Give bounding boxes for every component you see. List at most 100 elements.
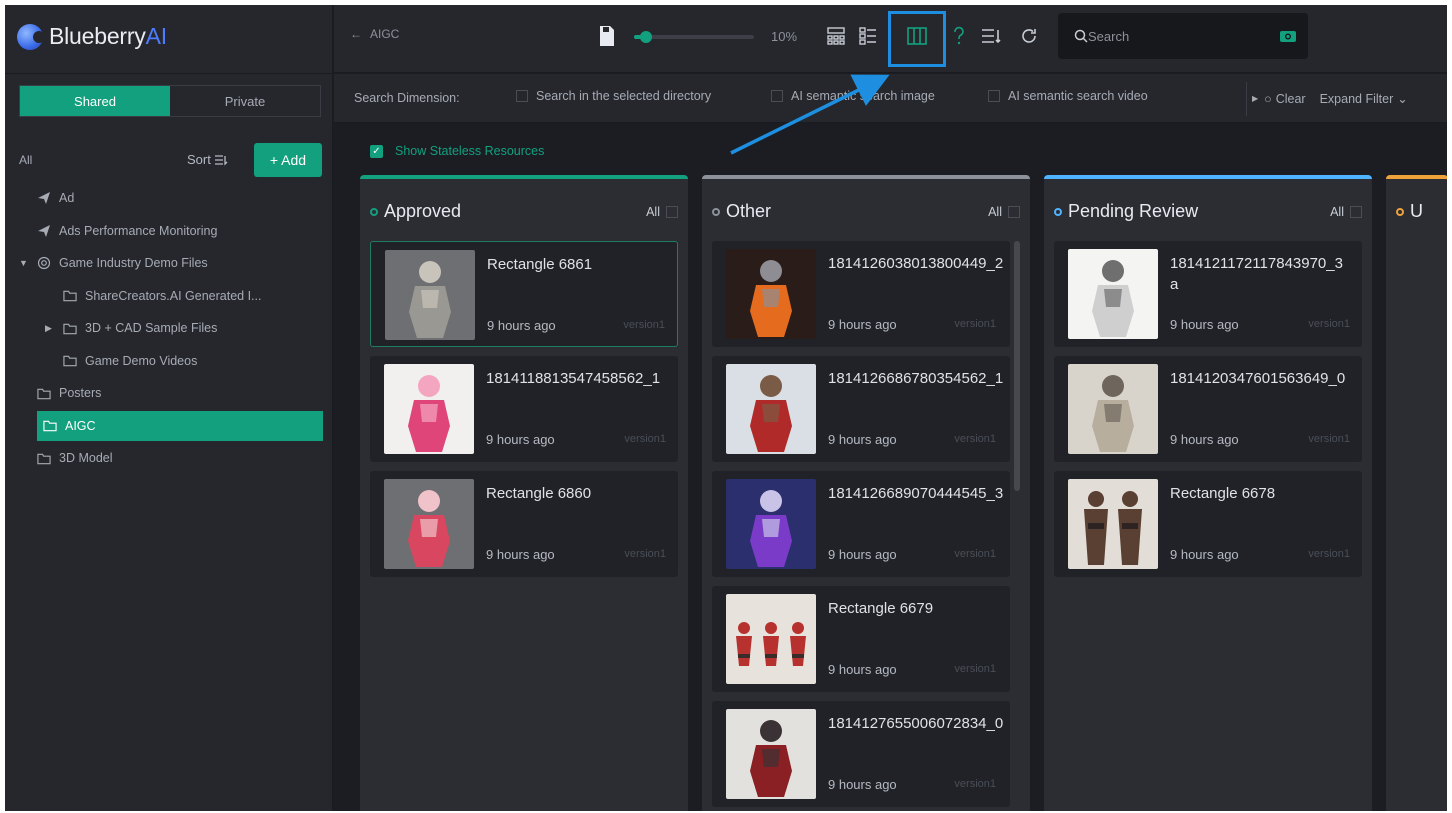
back-arrow-icon[interactable]: ← (350, 27, 362, 41)
column-select-all[interactable]: All (646, 205, 678, 219)
sidebar-item-aigc[interactable]: AIGC (37, 410, 323, 441)
sidebar-item-3d-cad-sample-files[interactable]: ▶ 3D + CAD Sample Files (45, 313, 217, 343)
asset-card[interactable]: 1814126689070444545_3 9 hours ago version1 (712, 471, 1010, 577)
column-select-all[interactable]: All (1330, 205, 1362, 219)
asset-card[interactable]: 1814126686780354562_1 9 hours ago version1 (712, 356, 1010, 462)
column-select-all[interactable]: All (988, 205, 1020, 219)
asset-thumbnail[interactable] (385, 250, 475, 340)
checkbox[interactable] (666, 206, 678, 218)
grid-view-icon[interactable] (824, 24, 848, 48)
asset-card[interactable]: 1814121172117843970_3a 9 hours ago version… (1054, 241, 1362, 347)
folder-icon (63, 321, 77, 335)
send-icon (37, 224, 51, 238)
sidebar-item-sharecreators-ai-generated-i[interactable]: ShareCreators.AI Generated I... (45, 281, 261, 311)
asset-thumbnail[interactable] (1068, 364, 1158, 454)
filter-semantic-video[interactable]: AI semantic search video (988, 89, 1148, 103)
asset-title: Rectangle 6678 (1170, 485, 1276, 502)
help-icon[interactable] (947, 24, 971, 48)
sidebar-item-ad[interactable]: Ad (19, 183, 74, 213)
asset-title: 1814126038013800449_2 (828, 255, 1004, 272)
asset-thumbnail[interactable] (726, 249, 816, 339)
asset-card[interactable]: Rectangle 6860 9 hours ago version1 (370, 471, 678, 577)
checkbox[interactable] (1008, 206, 1020, 218)
asset-thumbnail[interactable] (1068, 249, 1158, 339)
asset-card[interactable]: 1814126038013800449_2 9 hours ago version1 (712, 241, 1010, 347)
clear-button[interactable]: ○ Clear (1264, 92, 1305, 106)
checkbox[interactable] (988, 90, 1000, 102)
expand-filter-button[interactable]: Expand Filter ⌄ (1320, 91, 1408, 107)
asset-timestamp: 9 hours ago (1170, 432, 1239, 447)
chevron-down-icon: ⌄ (1397, 92, 1408, 106)
asset-timestamp: 9 hours ago (828, 547, 897, 562)
logo-brand: Blueberry (49, 23, 146, 49)
asset-card[interactable]: 1814118813547458562_1 9 hours ago version1 (370, 356, 678, 462)
asset-timestamp: 9 hours ago (486, 547, 555, 562)
folder-icon (63, 289, 77, 303)
sort-button[interactable]: Sort (187, 152, 228, 167)
list-view-icon[interactable] (856, 24, 880, 48)
checkbox-checked[interactable]: ✓ (370, 144, 383, 158)
column-pending-review: Pending Review All 1814121172117843970_3a… (1044, 175, 1372, 811)
logo-ai: AI (145, 23, 168, 49)
sidebar-item-ads-performance-monitoring[interactable]: Ads Performance Monitoring (19, 216, 217, 246)
asset-thumbnail[interactable] (384, 364, 474, 454)
status-dot-icon (712, 207, 720, 216)
asset-thumbnail[interactable] (384, 479, 474, 569)
asset-timestamp: 9 hours ago (1170, 547, 1239, 562)
sidebar-item-game-industry-demo-files[interactable]: ▼ Game Industry Demo Files (19, 248, 208, 278)
asset-version: version1 (624, 433, 666, 445)
logo: BlueberryAI (17, 23, 167, 50)
breadcrumb[interactable]: ← AIGC (350, 27, 399, 41)
sidebar-item-label: 3D Model (59, 451, 113, 465)
column-title-text: Other (726, 201, 772, 221)
sidebar-item-posters[interactable]: Posters (19, 378, 101, 408)
camera-icon[interactable] (1279, 29, 1297, 43)
divider (5, 73, 333, 74)
filter-option-label: AI semantic search video (1008, 89, 1148, 103)
checkbox[interactable] (771, 90, 783, 102)
checkbox[interactable] (516, 90, 528, 102)
asset-thumbnail[interactable] (1068, 479, 1158, 569)
filter-semantic-image[interactable]: AI semantic search image (771, 89, 935, 103)
asset-card[interactable]: Rectangle 6679 9 hours ago version1 (712, 586, 1010, 692)
filter-selected-directory[interactable]: Search in the selected directory (516, 89, 711, 103)
toolbar: ← AIGC 10% (334, 5, 1447, 73)
sidebar-item-game-demo-videos[interactable]: Game Demo Videos (45, 346, 197, 376)
asset-thumbnail[interactable] (726, 479, 816, 569)
asset-version: version1 (1308, 433, 1350, 445)
asset-thumbnail[interactable] (726, 364, 816, 454)
asset-card[interactable]: Rectangle 6678 9 hours ago version1 (1054, 471, 1362, 577)
save-icon[interactable] (599, 25, 615, 47)
sort-list-icon[interactable] (979, 24, 1003, 48)
filter-bar: Search Dimension: Search in the selected… (334, 74, 1447, 123)
caret-icon[interactable]: ▼ (19, 258, 29, 268)
show-stateless-toggle[interactable]: ✓ Show Stateless Resources (370, 144, 544, 158)
caret-icon[interactable]: ▶ (45, 323, 55, 334)
scrollbar[interactable] (1014, 241, 1020, 491)
globe-icon (37, 256, 51, 270)
asset-thumbnail[interactable] (726, 594, 816, 684)
filter-option-label: Search in the selected directory (536, 89, 712, 103)
checkbox[interactable] (1350, 206, 1362, 218)
refresh-icon[interactable] (1017, 24, 1041, 48)
tab-shared[interactable]: Shared (20, 86, 170, 116)
sidebar-item-label: 3D + CAD Sample Files (85, 321, 218, 335)
add-button[interactable]: + Add (254, 143, 322, 177)
asset-card[interactable]: 1814127655006072834_0 9 hours ago version1 (712, 701, 1010, 807)
zoom-slider-handle[interactable] (640, 31, 652, 43)
status-dot-icon (370, 207, 378, 216)
asset-title: Rectangle 6861 (487, 256, 593, 273)
column-status-bar (702, 175, 1030, 179)
asset-thumbnail[interactable] (726, 709, 816, 799)
zoom-slider[interactable] (634, 31, 754, 43)
search-input[interactable] (1088, 25, 1268, 47)
filter-option-label: AI semantic search image (791, 89, 935, 103)
asset-card[interactable]: 1814120347601563649_0 9 hours ago version1 (1054, 356, 1362, 462)
tab-private[interactable]: Private (170, 86, 320, 116)
shared-private-toggle: Shared Private (19, 85, 321, 117)
sidebar: BlueberryAI Shared Private All Sort + Ad… (5, 5, 333, 811)
sidebar-item-label: Ads Performance Monitoring (59, 223, 218, 238)
sidebar-item-3d-model[interactable]: 3D Model (19, 443, 113, 473)
tree-all-label[interactable]: All (19, 153, 32, 167)
asset-card[interactable]: Rectangle 6861 9 hours ago version1 (370, 241, 678, 347)
